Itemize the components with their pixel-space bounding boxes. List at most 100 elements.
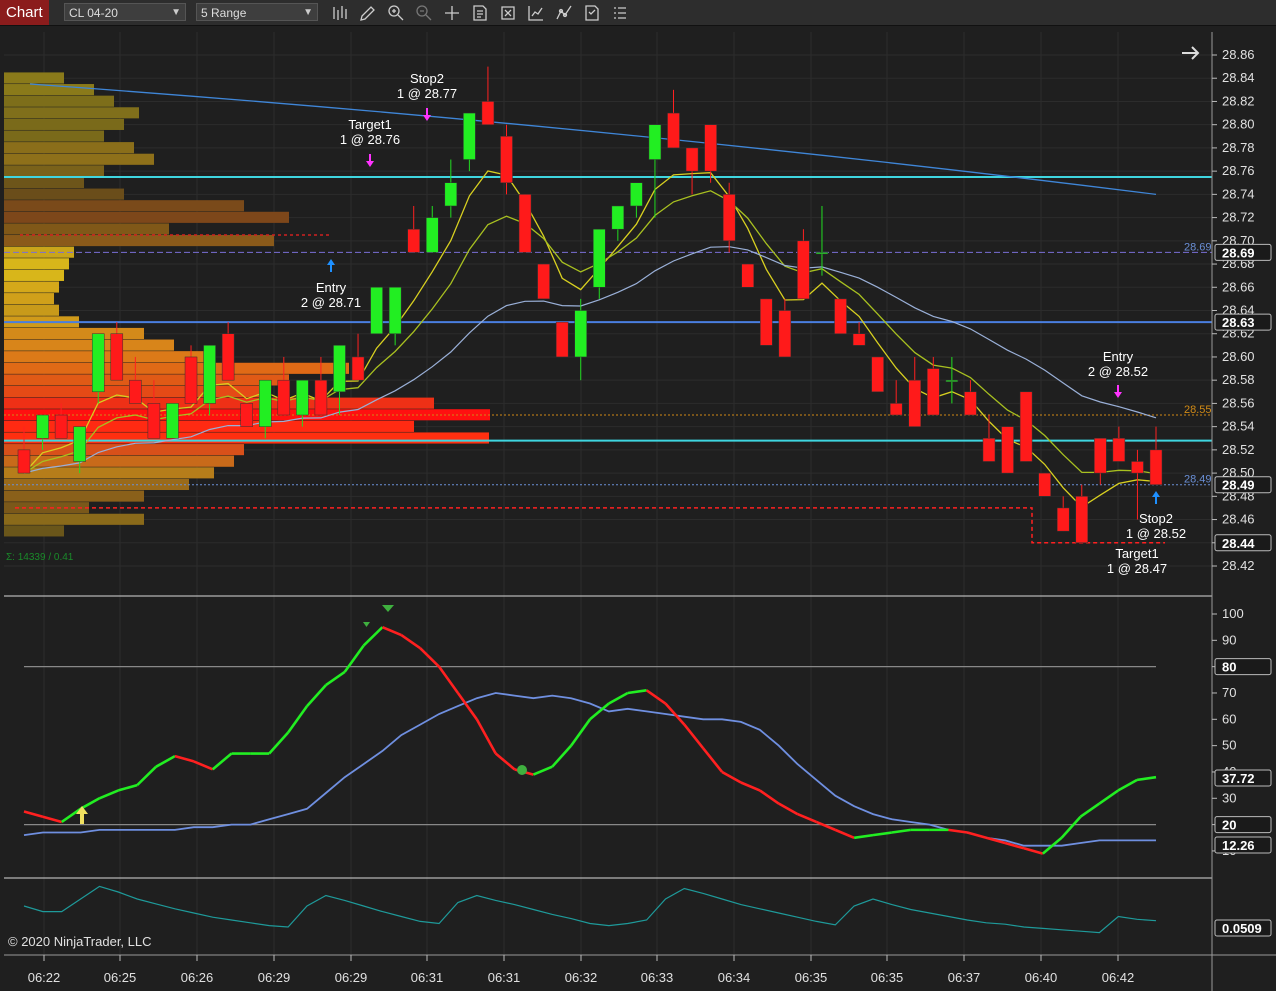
candle-body — [277, 379, 291, 416]
signal-dot-icon — [517, 765, 527, 775]
candle-body — [1019, 391, 1033, 462]
candle-body — [426, 217, 439, 253]
candle-body — [1149, 449, 1163, 485]
svg-text:Target1: Target1 — [1115, 546, 1158, 561]
volume-profile-bar — [4, 130, 104, 142]
instrument-selector[interactable]: CL 04-20 ▼ — [64, 3, 186, 21]
time-tick-label: 06:26 — [181, 970, 214, 985]
candle-body — [36, 414, 49, 439]
candle-body — [463, 112, 476, 160]
volume-profile-bar — [4, 467, 214, 479]
svg-text:Entry: Entry — [316, 280, 347, 295]
templates-icon[interactable] — [582, 3, 602, 23]
volume-profile-bar — [4, 153, 154, 165]
volume-profile-bar — [4, 525, 64, 537]
zoom-out-icon[interactable] — [414, 3, 434, 23]
svg-text:1 @ 28.76: 1 @ 28.76 — [340, 132, 400, 147]
price-tick-label: 28.86 — [1222, 47, 1255, 62]
candle-body — [852, 333, 866, 346]
time-tick-label: 06:42 — [1102, 970, 1135, 985]
candle-body — [815, 252, 829, 255]
bars-type-icon[interactable] — [330, 3, 350, 23]
candle-body — [704, 124, 717, 172]
candle-body — [258, 379, 272, 427]
candle-body — [407, 228, 420, 253]
candle-body — [388, 287, 402, 334]
svg-text:2 @ 28.52: 2 @ 28.52 — [1088, 364, 1148, 379]
price-tick-label: 28.56 — [1222, 395, 1255, 410]
interval-selector[interactable]: 5 Range ▼ — [196, 3, 318, 21]
candle-body — [1075, 496, 1089, 544]
oscillator-tick-label: 30 — [1222, 790, 1236, 805]
price-tag-label: 28.44 — [1222, 536, 1255, 551]
price-tag-label: 28.63 — [1222, 315, 1255, 330]
time-tick-label: 06:29 — [258, 970, 291, 985]
svg-text:2 @ 28.71: 2 @ 28.71 — [301, 295, 361, 310]
candle-body — [333, 345, 346, 393]
candle-body — [555, 321, 569, 358]
volume-profile-bar — [4, 362, 349, 374]
price-tick-label: 28.54 — [1222, 419, 1255, 434]
data-box-icon[interactable] — [470, 3, 490, 23]
oscillator-tag-label: 80 — [1222, 660, 1236, 675]
time-tick-label: 06:34 — [718, 970, 751, 985]
candle-body — [203, 345, 216, 404]
volume-profile-bar — [4, 200, 244, 212]
price-line-label: 28.69 — [1184, 241, 1212, 253]
price-tick-label: 28.84 — [1222, 70, 1255, 85]
chart-toolbar: Chart CL 04-20 ▼ 5 Range ▼ — [0, 0, 1276, 26]
time-tick-label: 06:33 — [641, 970, 674, 985]
draw-tool-icon[interactable] — [358, 3, 378, 23]
chart-tab[interactable]: Chart — [0, 0, 49, 25]
candle-body — [370, 287, 383, 334]
candle-body — [778, 310, 792, 358]
crosshair-icon[interactable] — [442, 3, 462, 23]
candle-body — [1094, 438, 1107, 474]
candle-body — [221, 333, 235, 381]
trade-label-target1-bottom: Target1 1 @ 28.47 — [1107, 546, 1167, 576]
properties-icon[interactable] — [498, 3, 518, 23]
candle-body — [54, 414, 68, 439]
candle-body — [611, 205, 625, 230]
time-tick-label: 06:22 — [28, 970, 61, 985]
candle-body — [481, 101, 495, 125]
candle-body — [982, 438, 996, 462]
indicators-icon[interactable] — [526, 3, 546, 23]
candle-body — [1001, 426, 1014, 474]
volume-profile-bar — [4, 142, 134, 154]
candle-body — [240, 403, 253, 427]
price-tick-label: 28.72 — [1222, 210, 1255, 225]
svg-text:Stop2: Stop2 — [410, 71, 444, 86]
zoom-in-icon[interactable] — [386, 3, 406, 23]
candle-body — [1038, 472, 1051, 497]
candle-body — [945, 379, 959, 382]
volume-profile-bar — [4, 513, 144, 525]
price-tick-label: 28.52 — [1222, 442, 1255, 457]
candle-body — [889, 403, 903, 416]
volume-profile-bar — [4, 107, 139, 119]
oscillator-tag-label: 20 — [1222, 818, 1236, 833]
strategies-icon[interactable] — [554, 3, 574, 23]
candle-body — [166, 403, 179, 439]
svg-text:1 @ 28.47: 1 @ 28.47 — [1107, 561, 1167, 576]
candle-body — [1056, 507, 1070, 532]
oscillator-tick-label: 50 — [1222, 738, 1236, 753]
candle-body — [91, 333, 105, 393]
candle-body — [630, 182, 643, 207]
volume-profile-bar — [4, 281, 59, 293]
candle-body — [964, 391, 977, 416]
list-icon[interactable] — [610, 3, 630, 23]
chart-canvas[interactable]: 28.86 28.84 28.82 28.80 28.78 28.76 28.74 28.72… — [0, 26, 1276, 991]
volume-profile-bar — [4, 293, 54, 305]
oscillator-tick-label: 70 — [1222, 685, 1236, 700]
candle-body — [184, 356, 198, 404]
time-tick-label: 06:40 — [1025, 970, 1058, 985]
volume-profile-bar — [4, 235, 274, 247]
volume-profile-bar — [4, 211, 289, 223]
candle-body — [1112, 438, 1126, 462]
candle-body — [871, 356, 884, 393]
candle-body — [722, 194, 736, 242]
candle-body — [797, 240, 810, 300]
volume-profile-bar — [4, 339, 174, 351]
volume-profile-bar — [4, 72, 64, 84]
